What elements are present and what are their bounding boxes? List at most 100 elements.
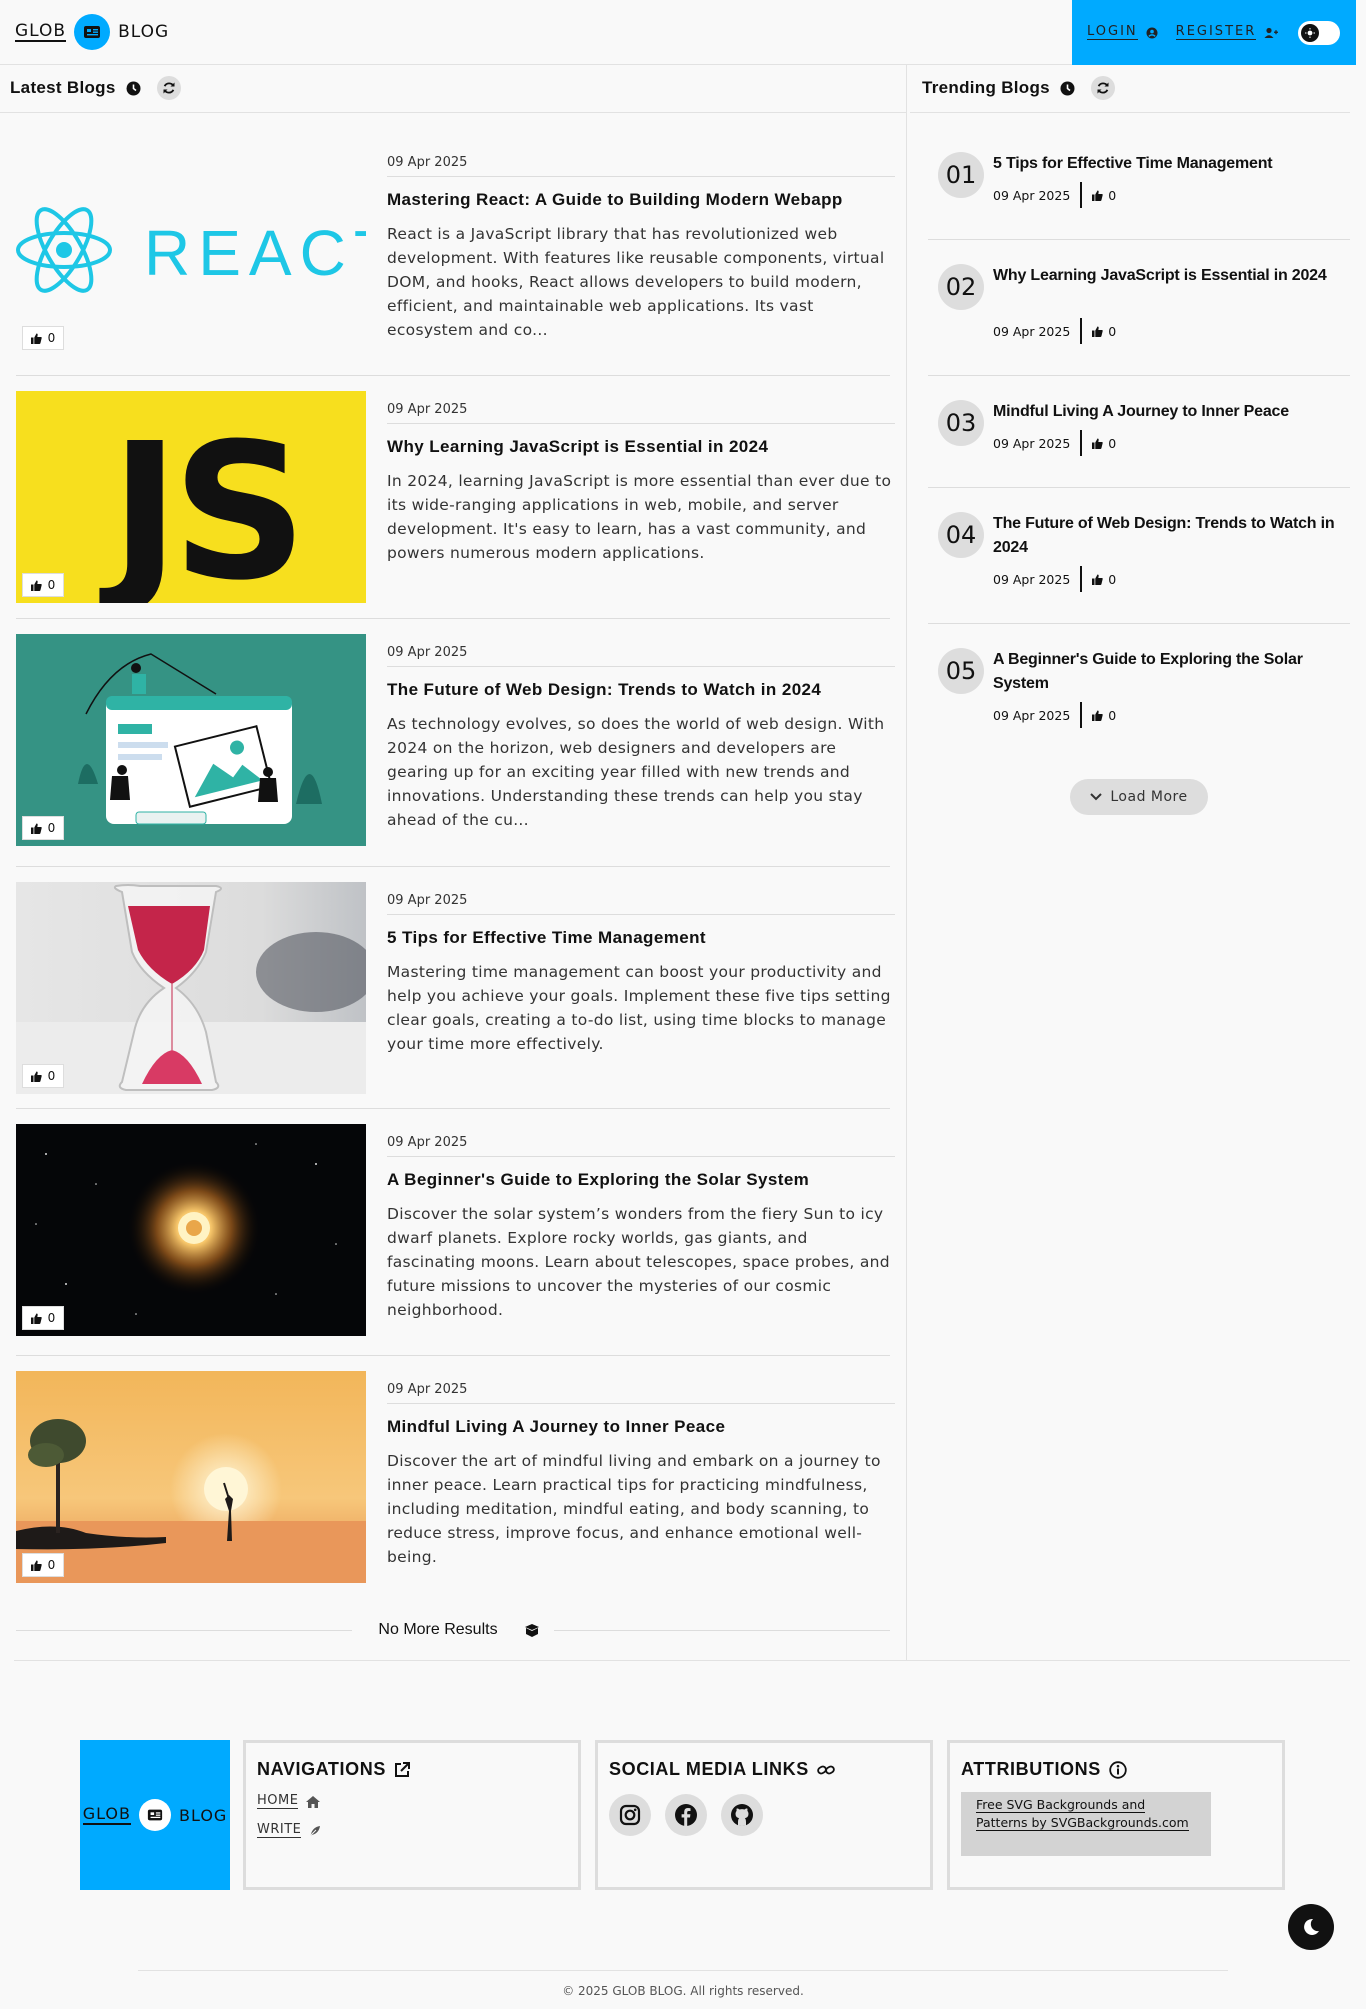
chevron-down-icon — [1090, 793, 1103, 801]
like-badge[interactable]: 0 — [22, 1064, 64, 1088]
like-count: 0 — [47, 578, 56, 592]
latest-blogs-heading: Latest Blogs — [10, 74, 181, 102]
theme-toggle[interactable] — [1298, 20, 1341, 45]
post-excerpt: Discover the art of mindful living and e… — [387, 1452, 881, 1566]
instagram-icon[interactable] — [609, 1794, 651, 1836]
trending-title[interactable]: Mindful Living A Journey to Inner Peace — [993, 400, 1343, 424]
trending-meta: 09 Apr 2025 0 — [993, 566, 1116, 592]
footer-attributions: ATTRIBUTIONS Free SVG Backgrounds and Pa… — [947, 1740, 1285, 1890]
like-count: 0 — [1108, 323, 1117, 339]
trending-title[interactable]: The Future of Web Design: Trends to Watc… — [993, 512, 1343, 560]
footer-navigations: NAVIGATIONS HOME WRITE — [243, 1740, 581, 1890]
thumbs-up-icon — [1092, 326, 1104, 337]
sun-icon — [1301, 23, 1320, 42]
like-badge[interactable]: 0 — [22, 816, 64, 840]
thumbs-up-icon — [30, 823, 42, 834]
post-image-hourglass[interactable]: 0 — [16, 882, 366, 1094]
trending-item[interactable]: 04 The Future of Web Design: Trends to W… — [928, 488, 1350, 624]
navigations-title: NAVIGATIONS — [257, 1759, 386, 1779]
trending-title[interactable]: Why Learning JavaScript is Essential in … — [993, 264, 1343, 288]
latest-head-divider — [0, 112, 906, 113]
post-card[interactable]: 0 09 Apr 2025 The Future of Web Design: … — [16, 634, 895, 866]
copyright-text: © 2025 GLOB BLOG. All rights reserved. — [562, 1984, 804, 1998]
post-card[interactable]: 0 09 Apr 2025 5 Tips for Effective Time … — [16, 882, 895, 1114]
trending-item[interactable]: 03 Mindful Living A Journey to Inner Pea… — [928, 376, 1350, 488]
trending-rank: 03 — [938, 400, 984, 446]
newspaper-icon — [139, 1799, 171, 1831]
post-card[interactable]: JS 0 09 Apr 2025 Why Learning JavaScript… — [16, 391, 895, 623]
like-badge[interactable]: 0 — [22, 326, 64, 350]
post-card[interactable]: 0 09 Apr 2025 Mindful Living A Journey t… — [16, 1371, 895, 1603]
js-image-text: JS — [99, 403, 299, 603]
footer-logo[interactable]: GLOB BLOG — [80, 1740, 230, 1890]
post-image-react[interactable]: REACT 0 — [16, 144, 366, 356]
no-more-line-right — [553, 1629, 890, 1631]
refresh-trending-button[interactable] — [1090, 76, 1115, 100]
like-count: 0 — [47, 1069, 56, 1083]
post-image-web-design[interactable]: 0 — [16, 634, 366, 846]
thumbs-up-icon — [30, 1071, 42, 1082]
post-image-mindful-living[interactable]: 0 — [16, 1371, 366, 1583]
footer-nav-list: HOME WRITE — [257, 1794, 567, 1838]
post-image-javascript[interactable]: JS 0 — [16, 391, 366, 603]
like-badge[interactable]: 0 — [22, 573, 64, 597]
logo-text-left: GLOB — [82, 1804, 131, 1825]
trending-item[interactable]: 05 A Beginner's Guide to Exploring the S… — [928, 624, 1350, 744]
post-date: 09 Apr 2025 — [387, 155, 895, 177]
trending-item[interactable]: 02 Why Learning JavaScript is Essential … — [928, 240, 1350, 376]
like-count: 0 — [1108, 435, 1117, 451]
site-logo[interactable]: GLOB BLOG — [15, 14, 169, 50]
post-card[interactable]: 0 09 Apr 2025 A Beginner's Guide to Expl… — [16, 1124, 895, 1356]
logo-text-left: GLOB — [15, 21, 67, 42]
post-divider — [16, 1355, 890, 1356]
trending-title[interactable]: A Beginner's Guide to Exploring the Sola… — [993, 648, 1343, 696]
trending-rank: 02 — [938, 264, 984, 310]
login-link[interactable]: LOGIN — [1087, 25, 1158, 40]
post-divider — [16, 866, 890, 867]
post-date: 09 Apr 2025 — [387, 893, 895, 915]
thumbs-up-icon — [30, 1313, 42, 1324]
load-more-button[interactable]: Load More — [1070, 779, 1208, 815]
thumbs-up-icon — [30, 333, 42, 344]
logo-text-right: BLOG — [118, 22, 170, 42]
post-title[interactable]: A Beginner's Guide to Exploring the Sola… — [387, 1170, 897, 1190]
post-title[interactable]: 5 Tips for Effective Time Management — [387, 928, 897, 948]
trending-title[interactable]: 5 Tips for Effective Time Management — [993, 152, 1343, 176]
trending-likes: 0 — [1092, 436, 1116, 451]
post-card[interactable]: REACT 0 09 Apr 2025 Mastering React: A G… — [16, 144, 895, 376]
post-title[interactable]: Mindful Living A Journey to Inner Peace — [387, 1417, 897, 1437]
post-date: 09 Apr 2025 — [387, 1135, 895, 1157]
facebook-icon[interactable] — [665, 1794, 707, 1836]
like-count: 0 — [1108, 707, 1117, 723]
register-label: REGISTER — [1175, 24, 1257, 40]
trending-date: 09 Apr 2025 — [993, 323, 1071, 339]
attribution-text: Free SVG Backgrounds and Patterns by SVG… — [976, 1797, 1189, 1831]
social-title: SOCIAL MEDIA LINKS — [609, 1759, 809, 1779]
like-badge[interactable]: 0 — [22, 1553, 64, 1577]
post-excerpt: Mastering time management can boost your… — [387, 963, 891, 1053]
logo-text-right: BLOG — [179, 1805, 228, 1825]
header-actions: LOGIN REGISTER — [1072, 0, 1356, 65]
post-image-solar-system[interactable]: 0 — [16, 1124, 366, 1336]
register-link[interactable]: REGISTER — [1175, 24, 1279, 40]
like-count: 0 — [1108, 571, 1117, 587]
like-badge[interactable]: 0 — [22, 1306, 64, 1330]
meta-divider — [1080, 566, 1083, 592]
clock-icon — [126, 81, 141, 95]
footer-nav-home[interactable]: HOME — [257, 1794, 567, 1809]
footer-nav-write[interactable]: WRITE — [257, 1823, 567, 1838]
trending-rank: 01 — [938, 152, 984, 198]
refresh-latest-button[interactable] — [156, 76, 181, 100]
dark-mode-button[interactable] — [1288, 1904, 1334, 1950]
no-more-line-left — [16, 1629, 353, 1631]
trending-meta: 09 Apr 2025 0 — [993, 182, 1116, 208]
github-icon[interactable] — [721, 1794, 763, 1836]
post-title[interactable]: Why Learning JavaScript is Essential in … — [387, 437, 897, 457]
thumbs-up-icon — [30, 1560, 42, 1571]
post-title[interactable]: The Future of Web Design: Trends to Watc… — [387, 680, 897, 700]
attribution-link[interactable]: Free SVG Backgrounds and Patterns by SVG… — [961, 1792, 1211, 1856]
post-title[interactable]: Mastering React: A Guide to Building Mod… — [387, 190, 897, 210]
trending-likes: 0 — [1092, 572, 1116, 587]
trending-item[interactable]: 01 5 Tips for Effective Time Management … — [928, 128, 1350, 240]
site-header: GLOB BLOG LOGIN REGISTER — [0, 0, 1356, 65]
